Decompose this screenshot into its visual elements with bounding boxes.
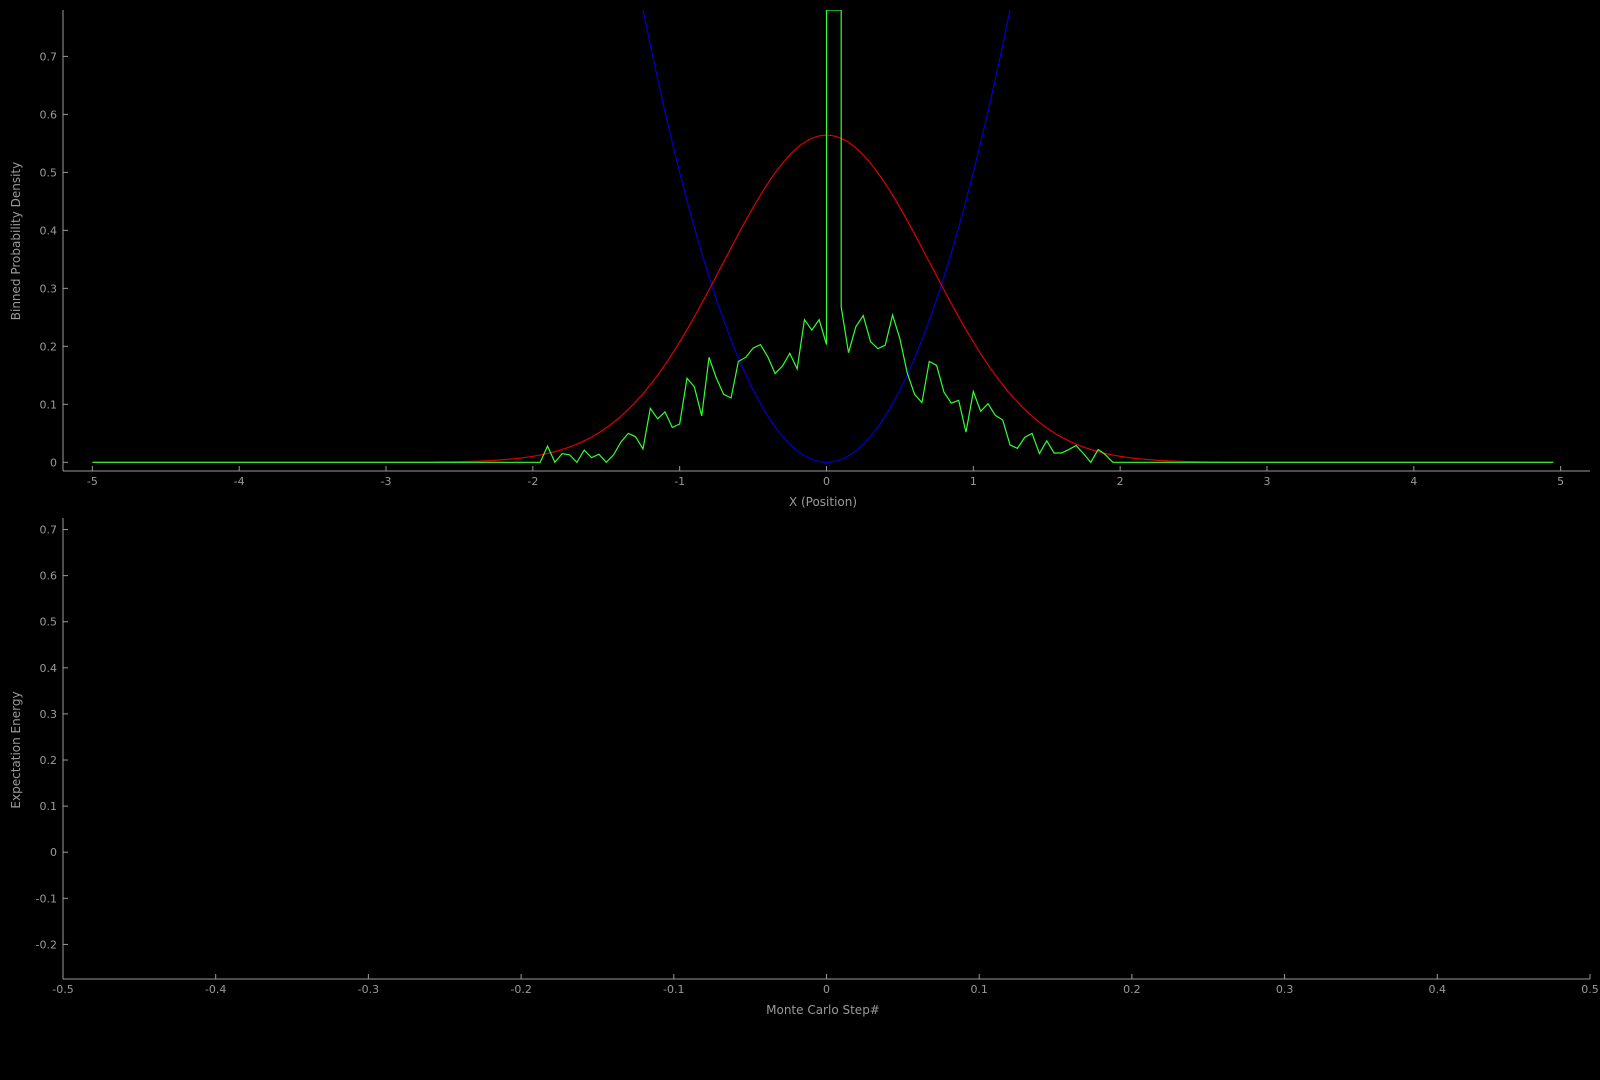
top-panel: -5 -4 -3 -2 -1 0 1 2 3 4 5 0 0.1 0.2 0.3 0.4 0.5 0.6 0.7 X… <box>9 10 1590 509</box>
x-tick-label: -0.4 <box>205 983 226 996</box>
x-tick-label: -4 <box>234 475 245 488</box>
x-tick-label: 0.1 <box>970 983 988 996</box>
x-tick-label: 4 <box>1410 475 1417 488</box>
figure: -5 -4 -3 -2 -1 0 1 2 3 4 5 0 0.1 0.2 0.3 0.4 0.5 0.6 0.7 X… <box>9 10 1599 1017</box>
x-tick-label: -2 <box>527 475 538 488</box>
y-tick-label: 0.1 <box>40 398 58 411</box>
y-tick-label: 0.3 <box>40 282 58 295</box>
x-tick-label: 0.2 <box>1123 983 1141 996</box>
y-tick-label: 0 <box>50 846 57 859</box>
y-tick-label: 0.4 <box>40 224 58 237</box>
x-tick-label: 0 <box>823 475 830 488</box>
y-tick-label: 0.5 <box>40 616 58 629</box>
x-tick-label: 0.4 <box>1429 983 1447 996</box>
y-tick-label: 0.7 <box>40 524 58 537</box>
x-tick-label: -0.3 <box>358 983 379 996</box>
bottom-y-axis-title: Expectation Energy <box>9 691 23 808</box>
y-tick-label: 0.5 <box>40 166 58 179</box>
x-tick-label: 1 <box>970 475 977 488</box>
x-tick-label: -3 <box>381 475 392 488</box>
x-tick-label: -0.2 <box>510 983 531 996</box>
x-tick-label: -0.1 <box>663 983 684 996</box>
y-tick-label: 0.4 <box>40 662 58 675</box>
y-tick-label: 0.2 <box>40 754 58 767</box>
top-series-line-2 <box>92 10 1554 464</box>
x-tick-label: -1 <box>674 475 685 488</box>
y-tick-label: -0.1 <box>36 892 57 905</box>
top-y-axis-title: Binned Probability Density <box>9 162 23 320</box>
top-series-line-1 <box>92 134 1554 463</box>
y-tick-label: 0.6 <box>40 570 58 583</box>
y-tick-label: -0.2 <box>36 938 57 951</box>
y-tick-label: 0.6 <box>40 108 58 121</box>
x-tick-label: 0 <box>823 983 830 996</box>
x-tick-label: 0.5 <box>1581 983 1599 996</box>
y-tick-label: 0.3 <box>40 708 58 721</box>
top-series-group <box>92 10 1554 464</box>
y-tick-label: 0.2 <box>40 340 58 353</box>
top-axes: -5 -4 -3 -2 -1 0 1 2 3 4 5 0 0.1 0.2 0.3 0.4 0.5 0.6 0.7 <box>40 10 1590 488</box>
y-tick-label: 0.7 <box>40 50 58 63</box>
x-tick-label: -5 <box>87 475 98 488</box>
top-x-axis-title: X (Position) <box>789 495 857 509</box>
y-tick-label: 0.1 <box>40 800 58 813</box>
y-tick-label: 0 <box>50 456 57 469</box>
bottom-axes: -0.5 -0.4 -0.3 -0.2 -0.1 0 0.1 0.2 0.3 0.4 0.5 -0.2… <box>36 518 1599 996</box>
bottom-x-axis-title: Monte Carlo Step# <box>766 1003 880 1017</box>
x-tick-label: -0.5 <box>52 983 73 996</box>
x-tick-label: 2 <box>1117 475 1124 488</box>
bottom-panel: -0.5 -0.4 -0.3 -0.2 -0.1 0 0.1 0.2 0.3 0.4 0.5 -0.2… <box>9 518 1599 1017</box>
x-tick-label: 0.3 <box>1276 983 1294 996</box>
x-tick-label: 5 <box>1557 475 1564 488</box>
x-tick-label: 3 <box>1263 475 1270 488</box>
